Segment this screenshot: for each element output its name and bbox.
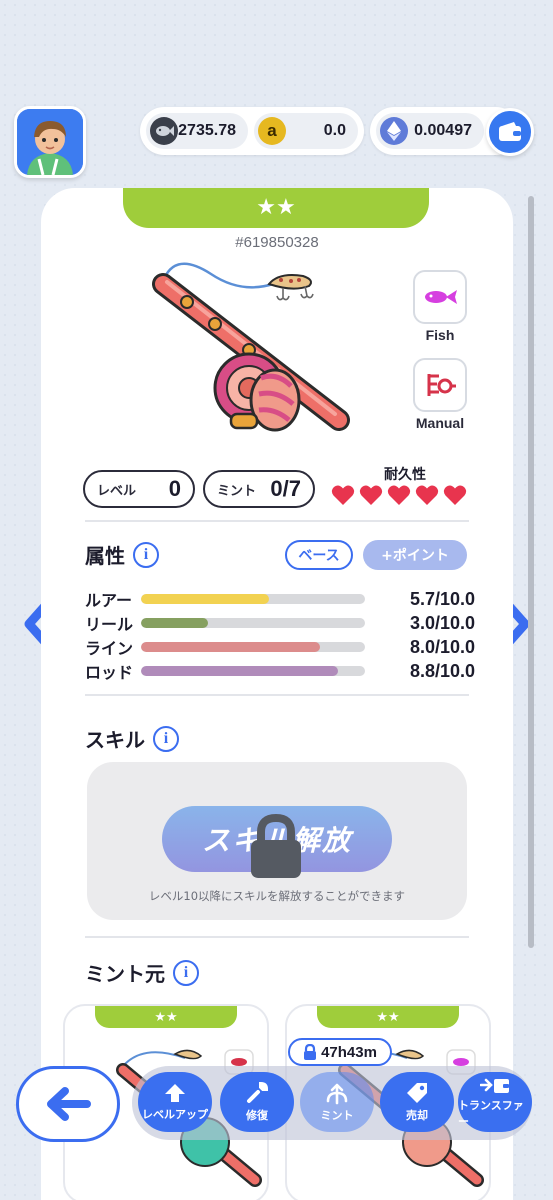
info-icon[interactable]: i (133, 541, 159, 568)
level-label: レベル (97, 483, 137, 499)
repair-label: 修復 (246, 1109, 268, 1122)
attribute-row: ロッド 8.8/10.0 (85, 660, 475, 683)
attribute-value: 5.7/10.0 (409, 588, 475, 609)
fish-token-value: 2735.78 (178, 122, 236, 139)
attribute-row: ライン 8.0/10.0 (85, 636, 475, 659)
attribute-bar-track (141, 618, 365, 628)
timer-value: 47h43m (321, 1043, 377, 1061)
attribute-value: 8.8/10.0 (409, 660, 475, 681)
item-detail-card: ★★ #619850328 Fish Manual レベル 0 ミント 0/7 … (41, 188, 513, 1200)
fish-type-label: Fish (425, 327, 455, 343)
attribute-bar-fill (141, 594, 269, 604)
arrow-left-icon (47, 1087, 91, 1121)
divider (85, 694, 469, 696)
attribute-row: リール 3.0/10.0 (85, 612, 475, 635)
attribute-name: ロッド (85, 663, 134, 682)
heart-icon (331, 485, 355, 505)
level-value: 0 (168, 476, 181, 501)
attribute-bar-fill (141, 666, 339, 676)
durability-label: 耐久性 (384, 467, 426, 483)
arrow-up-icon (165, 1084, 185, 1102)
wallet-icon (499, 122, 521, 141)
heart-icon (443, 485, 467, 505)
info-icon[interactable]: i (153, 725, 179, 752)
manual-mode-label: Manual (415, 415, 465, 431)
sell-button[interactable]: 売却 (380, 1072, 454, 1132)
transfer-button[interactable]: トランスファー (458, 1072, 532, 1132)
attribute-bar-fill (141, 618, 209, 628)
eth-balance[interactable]: 0.00497 (376, 113, 484, 149)
a-token-icon: a (258, 117, 286, 145)
scrollbar[interactable] (528, 196, 534, 948)
parent-rarity-stars: ★★ (317, 1006, 459, 1028)
attribute-bar-track (141, 594, 365, 604)
attribute-bar-track (141, 642, 365, 652)
heart-icon (359, 485, 383, 505)
repair-button[interactable]: 修復 (220, 1072, 294, 1132)
mint-cooldown-timer: 47h43m (288, 1038, 392, 1066)
mint-value: 0/7 (270, 476, 301, 501)
lock-icon (304, 1044, 317, 1060)
a-token-balance[interactable]: a 0.0 (254, 113, 358, 149)
attribute-value: 3.0/10.0 (409, 612, 475, 633)
attribute-name: ライン (85, 639, 134, 658)
heart-icon (387, 485, 411, 505)
fish-icon (425, 290, 457, 304)
lock-icon (251, 813, 301, 878)
attribute-value: 8.0/10.0 (409, 636, 475, 657)
divider (85, 520, 469, 522)
mint-source-title-text: ミント元 (85, 962, 165, 986)
ethereum-icon (380, 117, 408, 145)
heart-icon (415, 485, 439, 505)
base-toggle[interactable]: ベース (285, 540, 353, 570)
mint-stat: ミント 0/7 (203, 470, 315, 508)
avatar[interactable] (14, 106, 86, 178)
wrench-icon (247, 1081, 269, 1103)
transfer-wallet-icon (480, 1078, 509, 1093)
attributes-title: 属性 i (85, 540, 159, 569)
attribute-name: ルアー (85, 591, 133, 610)
mint-source-title: ミント元 i (85, 958, 199, 987)
nft-id: #619850328 (235, 234, 319, 251)
attribute-bar-fill (141, 642, 321, 652)
attributes-title-text: 属性 (85, 544, 125, 568)
level-up-label: レベルアップ (142, 1108, 208, 1121)
skill-unlock-note: レベル10以降にスキルを解放することができます (148, 889, 406, 903)
parent-rarity-stars: ★★ (95, 1006, 237, 1028)
fish-token-icon (150, 117, 178, 145)
skill-title: スキル i (85, 724, 179, 753)
level-up-button[interactable]: レベルアップ (138, 1072, 212, 1132)
mint-label: ミント (217, 483, 257, 499)
fish-type-button[interactable] (413, 270, 467, 324)
a-token-value: 0.0 (323, 122, 346, 139)
info-icon[interactable]: i (173, 959, 199, 986)
divider (85, 936, 469, 938)
back-button[interactable] (16, 1066, 120, 1142)
price-tag-icon (407, 1083, 427, 1103)
durability-hearts (331, 484, 467, 506)
attribute-row: ルアー 5.7/10.0 (85, 588, 475, 611)
rarity-stars: ★★ (123, 188, 429, 228)
level-stat: レベル 0 (83, 470, 195, 508)
wallet-button[interactable] (486, 108, 534, 156)
skill-title-text: スキル (85, 728, 145, 752)
transfer-label: トランスファー (458, 1099, 524, 1128)
fish-token-balance[interactable]: 2735.78 (146, 113, 248, 149)
sell-label: 売却 (406, 1109, 428, 1122)
mint-button[interactable]: ミント (300, 1072, 374, 1132)
attribute-name: リール (85, 615, 134, 634)
skill-panel: スキル解放 レベル10以降にスキルを解放することができます (87, 762, 467, 920)
eth-value: 0.00497 (414, 122, 472, 139)
rarity-stars-text: ★★ (256, 195, 296, 220)
point-toggle[interactable]: +ポイント (363, 540, 467, 570)
attribute-bar-track (141, 666, 365, 676)
balance-group-tokens: 2735.78 a 0.0 (140, 107, 364, 155)
mint-label: ミント (320, 1109, 354, 1122)
manual-mode-button[interactable] (413, 358, 467, 412)
manual-reel-icon (427, 374, 456, 396)
fishing-rod-image (152, 262, 350, 432)
mint-branch-icon (326, 1083, 348, 1105)
